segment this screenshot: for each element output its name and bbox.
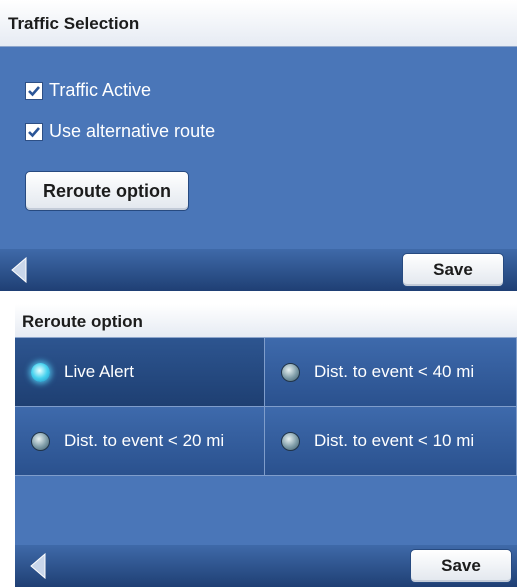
- checkmark-icon: [25, 122, 43, 141]
- checkmark-icon: [25, 81, 43, 100]
- use-alternative-route-checkbox[interactable]: Use alternative route: [25, 121, 215, 142]
- save-button[interactable]: Save: [410, 549, 512, 583]
- save-button[interactable]: Save: [402, 253, 504, 287]
- radio-unselected-icon: [281, 362, 300, 382]
- bottom-bar: Save: [15, 545, 517, 587]
- traffic-selection-panel: Traffic Selection Traffic Active Use alt…: [0, 0, 517, 291]
- radio-selected-icon: [31, 362, 50, 382]
- page-title: Reroute option: [15, 304, 517, 338]
- option-dist-20[interactable]: Dist. to event < 20 mi: [15, 407, 265, 476]
- use-alternative-route-label: Use alternative route: [49, 121, 216, 141]
- option-live-alert[interactable]: Live Alert: [15, 338, 265, 407]
- traffic-active-checkbox[interactable]: Traffic Active: [25, 80, 151, 101]
- traffic-active-label: Traffic Active: [49, 80, 152, 100]
- reroute-option-panel: Reroute option Live Alert Dist. to event…: [15, 304, 517, 587]
- option-label: Dist. to event < 40 mi: [314, 362, 475, 381]
- option-label: Dist. to event < 10 mi: [314, 431, 475, 450]
- bottom-bar: Save: [0, 249, 517, 291]
- radio-unselected-icon: [31, 431, 50, 451]
- option-label: Dist. to event < 20 mi: [64, 431, 225, 450]
- back-arrow-icon[interactable]: [27, 552, 49, 585]
- option-dist-10[interactable]: Dist. to event < 10 mi: [265, 407, 517, 476]
- radio-unselected-icon: [281, 431, 300, 451]
- page-title: Traffic Selection: [0, 0, 517, 47]
- option-dist-40[interactable]: Dist. to event < 40 mi: [265, 338, 517, 407]
- reroute-option-button[interactable]: Reroute option: [25, 171, 189, 211]
- reroute-options-grid: Live Alert Dist. to event < 40 mi Dist. …: [15, 338, 517, 476]
- option-label: Live Alert: [64, 362, 134, 381]
- back-arrow-icon[interactable]: [8, 256, 30, 289]
